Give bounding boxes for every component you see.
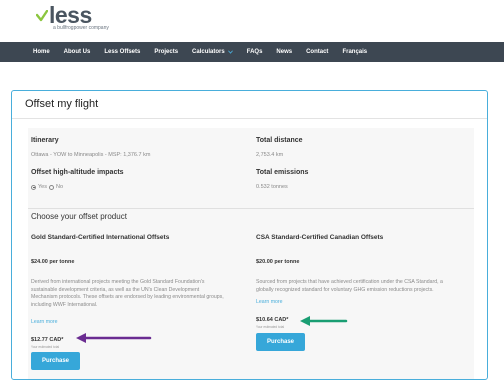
- nav-less-offsets[interactable]: Less Offsets: [104, 49, 140, 55]
- purchase-csa-button[interactable]: Purchase: [256, 333, 305, 351]
- product-gold-price: $24.00 per tonne: [31, 259, 75, 265]
- page-title: Offset my flight: [25, 98, 99, 110]
- product-csa-total-note: Your estimated total: [256, 325, 285, 329]
- product-gold-title: Gold Standard-Certified International Of…: [31, 234, 170, 241]
- product-gold-total-note: Your estimated total: [31, 345, 60, 349]
- nav-projects[interactable]: Projects: [154, 49, 178, 55]
- section-divider: [28, 208, 474, 209]
- nav-contact[interactable]: Contact: [306, 49, 328, 55]
- nav-news[interactable]: News: [276, 49, 292, 55]
- total-emissions-value: 0.532 tonnes: [256, 184, 288, 190]
- nav-francais[interactable]: Français: [342, 49, 367, 55]
- nav-faqs[interactable]: FAQs: [247, 49, 263, 55]
- total-emissions-label: Total emissions: [256, 169, 309, 176]
- product-gold-learn-more[interactable]: Learn more: [31, 319, 58, 325]
- product-csa-title: CSA Standard-Certified Canadian Offsets: [256, 234, 384, 241]
- nav-about-us[interactable]: About Us: [64, 49, 91, 55]
- total-distance-label: Total distance: [256, 137, 303, 144]
- radio-yes-label: Yes: [38, 184, 47, 190]
- radio-yes[interactable]: [31, 184, 36, 190]
- high-altitude-label: Offset high-altitude impacts: [31, 169, 124, 176]
- brand-tagline: a bullfrogpower company: [53, 25, 109, 31]
- nav-calculators[interactable]: Calculators: [192, 49, 233, 55]
- main-nav: Home About Us Less Offsets Projects Calc…: [0, 42, 504, 62]
- brand-name: less: [49, 2, 92, 28]
- product-csa-price: $20.00 per tonne: [256, 259, 300, 265]
- nav-calculators-label: Calculators: [192, 49, 225, 55]
- radio-no-label: No: [55, 184, 64, 190]
- checkmark-icon: [36, 10, 48, 22]
- less-logo[interactable]: less: [36, 2, 92, 28]
- purchase-gold-button[interactable]: Purchase: [31, 352, 80, 370]
- site-header: less a bullfrogpower company: [0, 0, 504, 42]
- divider: [12, 118, 487, 119]
- green-arrow-annotation: [300, 316, 348, 326]
- product-csa-description: Sourced from projects that have achieved…: [256, 279, 443, 293]
- itinerary-label: Itinerary: [31, 137, 59, 144]
- product-csa-learn-more[interactable]: Learn more: [256, 299, 283, 305]
- product-csa-total: $10.64 CAD*: [256, 317, 289, 323]
- nav-home[interactable]: Home: [33, 49, 50, 55]
- itinerary-value: Ottawa - YOW to Minneapolis - MSP: 1,376…: [31, 152, 151, 158]
- high-altitude-radio-group: Yes No: [31, 184, 63, 190]
- chevron-down-icon: [227, 50, 233, 54]
- purple-arrow-annotation: [76, 333, 152, 343]
- product-gold-total: $12.77 CAD*: [31, 337, 64, 343]
- radio-no[interactable]: [48, 184, 54, 190]
- offset-product-heading: Choose your offset product: [31, 212, 127, 221]
- total-distance-value: 2,753.4 km: [256, 152, 284, 158]
- product-gold-description: Derived from international projects meet…: [31, 279, 224, 308]
